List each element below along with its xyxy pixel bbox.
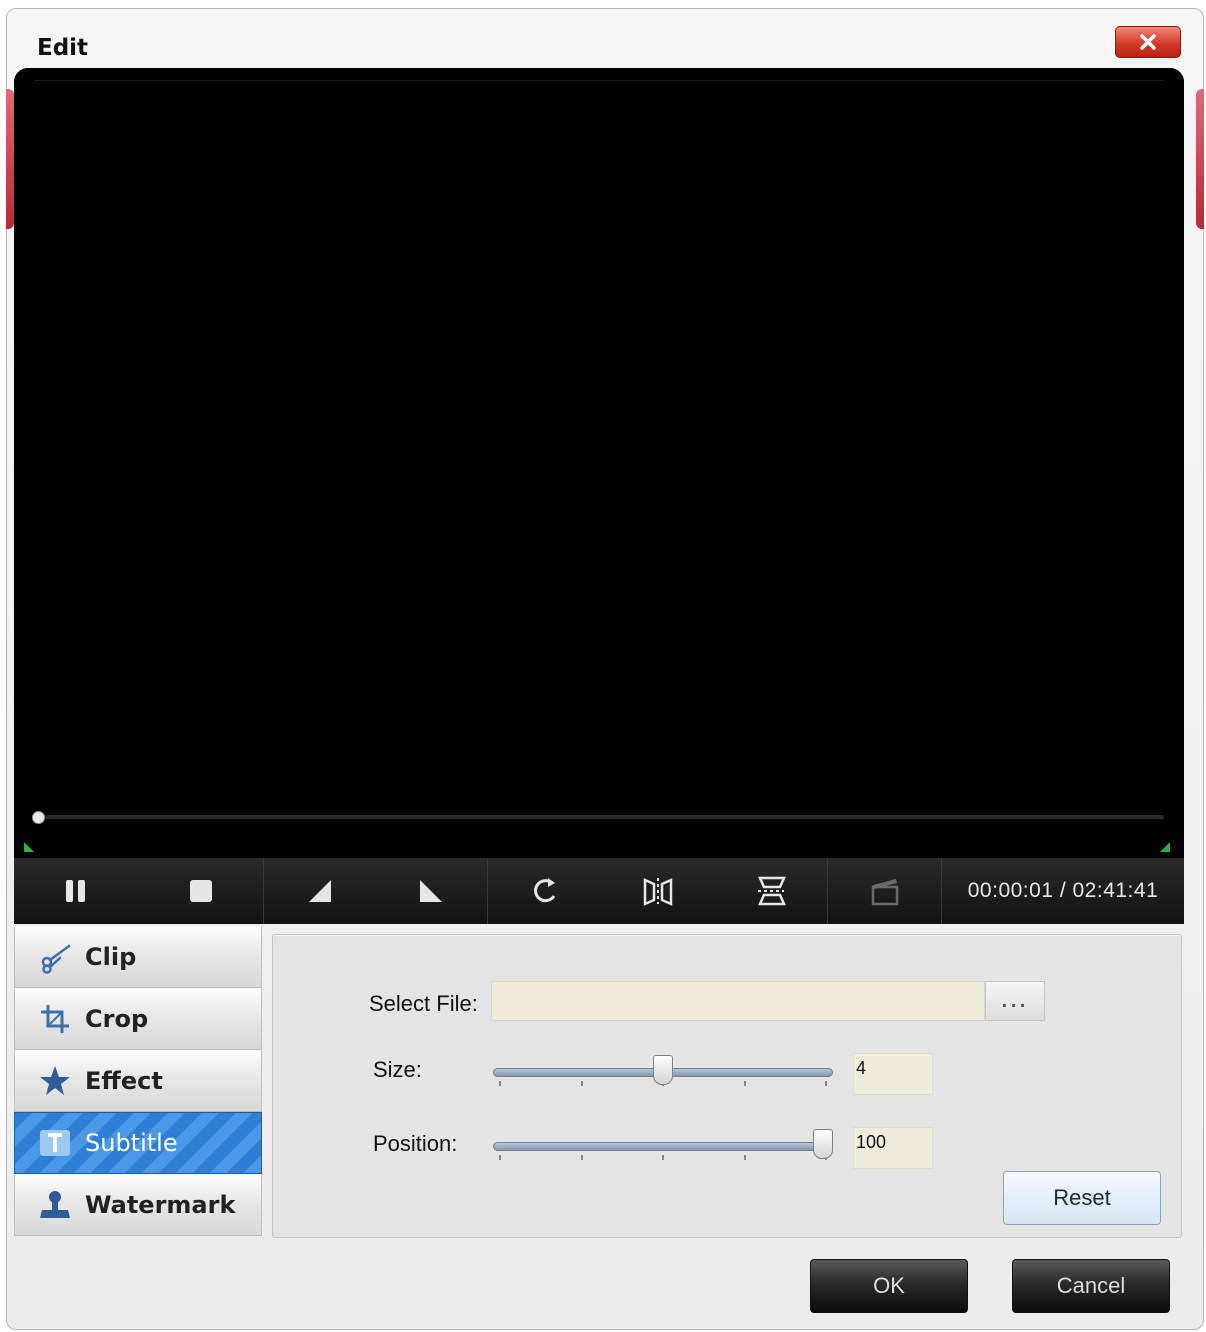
dialog-title: Edit	[37, 35, 89, 61]
start-marker-icon[interactable]	[24, 842, 34, 852]
tab-watermark[interactable]: Watermark	[14, 1174, 262, 1236]
size-value-field[interactable]: 4	[853, 1053, 933, 1095]
cancel-button[interactable]: Cancel	[1012, 1259, 1170, 1313]
position-slider-thumb[interactable]	[813, 1129, 833, 1159]
rotate-icon	[533, 878, 555, 903]
set-end-button[interactable]	[408, 868, 454, 914]
close-button[interactable]	[1115, 26, 1181, 58]
flip-vertical-icon	[757, 876, 786, 906]
clapper-icon	[871, 879, 898, 906]
set-start-button[interactable]	[297, 868, 343, 914]
stamp-icon	[37, 1187, 73, 1223]
size-slider[interactable]	[493, 1053, 833, 1093]
tab-crop-label: Crop	[85, 1005, 149, 1033]
transform-group	[488, 858, 828, 924]
tab-crop[interactable]: Crop	[14, 988, 262, 1050]
timeline-track[interactable]	[36, 815, 1164, 819]
star-icon	[37, 1063, 73, 1099]
tab-effect[interactable]: Effect	[14, 1050, 262, 1112]
browse-button[interactable]: ...	[985, 981, 1045, 1021]
select-file-label: Select File:	[369, 991, 478, 1016]
reset-button[interactable]: Reset	[1003, 1171, 1161, 1225]
select-file-input[interactable]	[491, 981, 985, 1021]
trim-group	[264, 858, 488, 924]
crop-icon	[37, 1001, 73, 1037]
pause-icon	[66, 880, 86, 902]
position-value-field[interactable]: 100	[853, 1127, 933, 1169]
timeline-thumb[interactable]	[32, 811, 45, 824]
flip-horizontal-button[interactable]	[635, 868, 681, 914]
snapshot-button[interactable]	[862, 868, 908, 914]
edit-tabs: Clip Crop Effect Subtitle Watermark	[14, 926, 264, 1238]
subtitle-icon	[37, 1125, 73, 1161]
time-display: 00:00:01 / 02:41:41	[967, 879, 1159, 902]
tab-subtitle[interactable]: Subtitle	[14, 1112, 262, 1174]
stop-button[interactable]	[178, 868, 224, 914]
tab-effect-label: Effect	[85, 1067, 163, 1095]
player-controls: 00:00:01 / 02:41:41	[14, 858, 1184, 924]
scissors-icon	[37, 939, 73, 975]
playback-group	[14, 858, 264, 924]
rotate-button[interactable]	[522, 868, 568, 914]
position-label: Position:	[373, 1131, 458, 1156]
set-end-icon	[420, 880, 443, 902]
tab-clip-label: Clip	[85, 943, 137, 971]
stop-icon	[189, 880, 212, 902]
snapshot-group	[828, 858, 942, 924]
video-divider	[34, 80, 1164, 81]
flip-horizontal-icon	[643, 878, 672, 906]
subtitle-panel: Select File: ... Size: 4 Position: 100 R…	[272, 934, 1182, 1238]
tab-watermark-label: Watermark	[85, 1191, 236, 1219]
ok-button[interactable]: OK	[810, 1259, 968, 1313]
video-player: 00:00:01 / 02:41:41	[14, 68, 1184, 924]
set-start-icon	[308, 880, 331, 902]
close-icon	[1140, 34, 1156, 50]
position-slider[interactable]	[493, 1127, 833, 1167]
end-marker-icon[interactable]	[1160, 842, 1170, 852]
video-preview[interactable]	[14, 68, 1184, 858]
tab-clip[interactable]: Clip	[14, 926, 262, 988]
window-accent-right	[1196, 89, 1204, 229]
pause-button[interactable]	[53, 868, 99, 914]
size-slider-thumb[interactable]	[653, 1055, 673, 1085]
position-slider-track	[493, 1142, 833, 1151]
window-accent-left	[6, 89, 14, 229]
tab-subtitle-label: Subtitle	[85, 1129, 178, 1157]
flip-vertical-button[interactable]	[748, 868, 794, 914]
position-slider-ticks	[499, 1155, 827, 1161]
size-label: Size:	[373, 1057, 422, 1082]
